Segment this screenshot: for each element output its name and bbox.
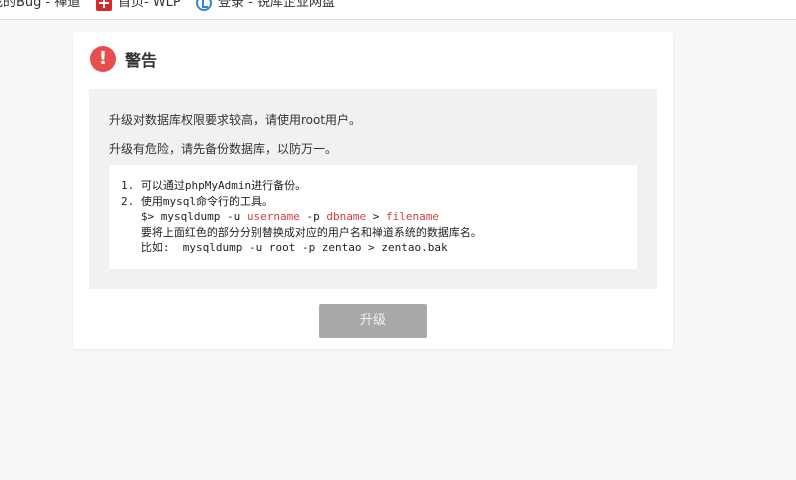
instruction-phpmyadmin: 1. 可以通过phpMyAdmin进行备份。 bbox=[121, 179, 307, 192]
instruction-mysql-tool: 2. 使用mysql命令行的工具。 bbox=[121, 194, 273, 208]
bookmark-wlp[interactable]: 首页- WLP bbox=[96, 0, 181, 12]
placeholder-dbname: dbname bbox=[326, 210, 367, 223]
bookmarks-bar: 我的Bug - 禅道 首页- WLP 登录 - 锐库企业网盘 bbox=[0, 0, 796, 20]
placeholder-filename: filename bbox=[385, 210, 439, 223]
warning-dialog: ! 警告 升级对数据库权限要求较高，请使用root用户。 升级有危险，请先备份数… bbox=[73, 32, 673, 349]
warning-icon: ! bbox=[90, 46, 116, 72]
bookmark-label: 我的Bug - 禅道 bbox=[0, 0, 81, 10]
replace-hint: 要将上面红色的部分分别替换成对应的用户名和禅道系统的数据库名。 bbox=[121, 225, 482, 239]
command-password-flag: -p bbox=[299, 210, 327, 223]
backup-instructions: 1. 可以通过phpMyAdmin进行备份。 2. 使用mysql命令行的工具。 … bbox=[109, 165, 637, 269]
backup-notice: 升级有危险，请先备份数据库，以防万一。 bbox=[109, 142, 338, 156]
command-redirect: > bbox=[366, 210, 386, 223]
mysqldump-command: $> mysqldump -u username -p dbname > fil… bbox=[121, 209, 637, 225]
example-command: 比如: mysqldump -u root -p zentao > zentao… bbox=[121, 241, 448, 254]
root-user-notice: 升级对数据库权限要求较高，请使用root用户。 bbox=[109, 113, 362, 127]
bookmark-label: 首页- WLP bbox=[118, 0, 181, 10]
placeholder-username: username bbox=[246, 210, 300, 223]
dialog-header: ! 警告 bbox=[90, 46, 157, 72]
command-prefix: $> mysqldump -u bbox=[121, 210, 247, 223]
upgrade-button[interactable]: 升级 bbox=[319, 304, 427, 338]
dialog-title: 警告 bbox=[125, 51, 158, 70]
bookmark-label: 登录 - 锐库企业网盘 bbox=[218, 0, 335, 10]
warning-panel: 升级对数据库权限要求较高，请使用root用户。 升级有危险，请先备份数据库，以防… bbox=[89, 89, 657, 289]
bookmark-netdisk[interactable]: 登录 - 锐库企业网盘 bbox=[196, 0, 335, 12]
blue-circle-icon bbox=[196, 0, 212, 11]
bookmark-bug[interactable]: 我的Bug - 禅道 bbox=[0, 0, 80, 12]
red-plus-icon bbox=[96, 0, 112, 11]
